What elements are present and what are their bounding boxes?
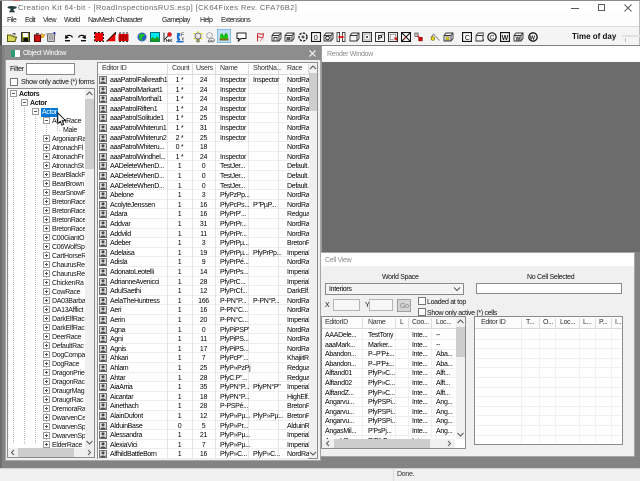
svg-text:W: W xyxy=(530,35,536,41)
svg-text:C: C xyxy=(465,33,471,42)
svg-text:P: P xyxy=(378,35,383,42)
svg-text:0: 0 xyxy=(314,33,318,42)
svg-text:HK: HK xyxy=(166,38,173,43)
svg-text:DN: DN xyxy=(208,39,214,44)
svg-text:W: W xyxy=(502,35,509,42)
svg-text:C: C xyxy=(490,35,495,42)
svg-text:W: W xyxy=(516,37,521,43)
